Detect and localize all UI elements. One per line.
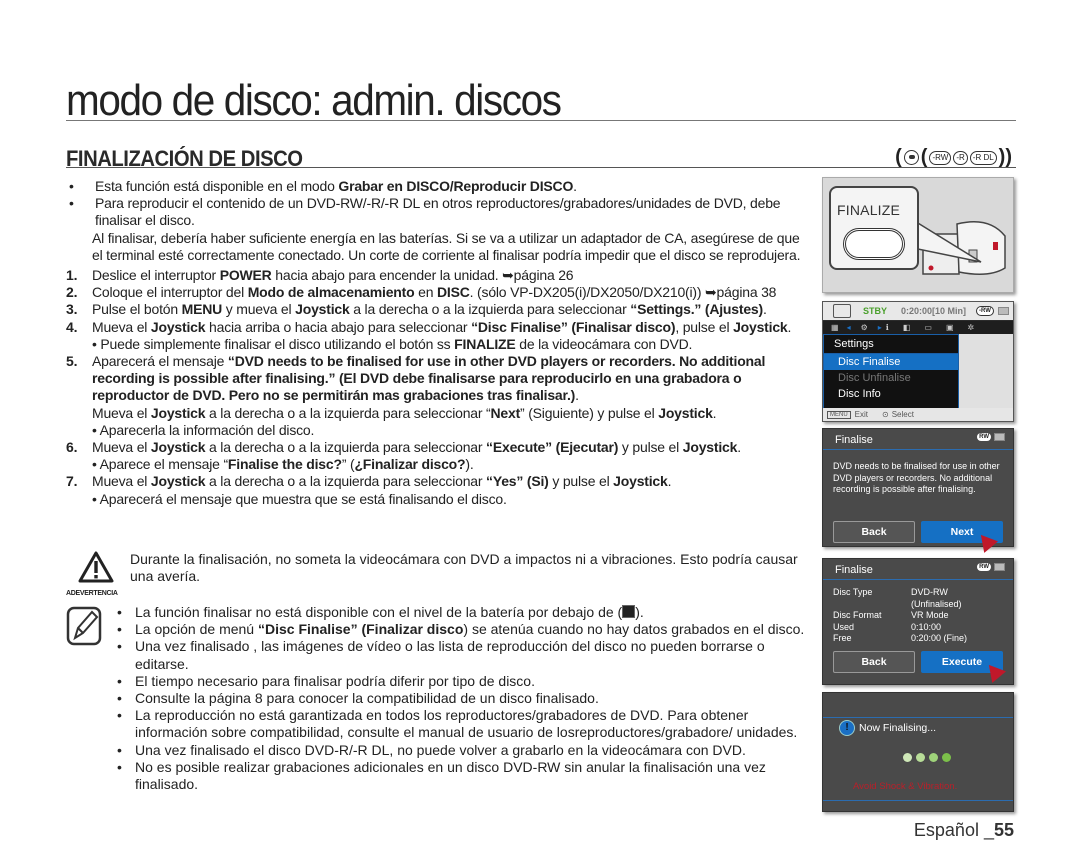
note-item: • La opción de menú “Disc Finalise” (Fina… — [117, 621, 805, 638]
warning-label: ADEVERTENCIA — [66, 590, 118, 597]
camera-mode-icon — [833, 304, 851, 318]
page-number: 55 — [993, 820, 1014, 840]
note-item: • Una vez finalisado el disco DVD-R/-R DL… — [117, 741, 746, 758]
finalise-confirm-dialog: Finalise RW DVD needs to be finalised for… — [822, 428, 1014, 553]
dialog-header: Finalise RW — [823, 559, 1013, 580]
finalize-label: FINALIZE — [837, 202, 901, 218]
step-3: 3. Pulse el botón MENU y mueva el Joystic… — [66, 301, 767, 318]
disc-compat-icons: ( ( -RW -R -R DL )) — [895, 146, 1012, 168]
progress-dot — [929, 753, 938, 762]
menu-footer: MENU Exit ⊙ Select — [823, 408, 1013, 421]
disc-r-icon: -R — [953, 150, 968, 165]
tab-grid-icon[interactable]: ▦ — [831, 323, 839, 332]
settings-menu: Settings Disc Finalise Disc Unfinalise D… — [823, 334, 959, 410]
menu-item-disc-unfinalise[interactable]: Disc Unfinalise — [824, 370, 958, 386]
disc-rdl-icon: -R DL — [969, 150, 997, 165]
status-label: STBY — [863, 306, 888, 316]
dialog-header: Finalise RW — [823, 429, 1013, 450]
progress-dot — [942, 753, 951, 762]
page-title: modo de disco: admin. discos — [66, 76, 562, 125]
menu-item-disc-finalise[interactable]: Disc Finalise — [824, 354, 958, 370]
progress-message: ! Now Finalising... — [839, 720, 936, 736]
back-button[interactable]: Back — [833, 521, 915, 543]
info-row: Used 0:10:00 — [833, 621, 942, 632]
step-4-note: • Puede simplemente finalisar el disco u… — [92, 335, 693, 352]
note-item: • La reproducción no está garantizada en … — [117, 707, 798, 741]
tab-scene-icon[interactable]: ◧ — [903, 323, 911, 332]
info-row: (Unfinalised) — [911, 598, 962, 609]
note-item: • El tiempo necesario para finalisar podr… — [117, 672, 535, 689]
menu-key-icon: MENU — [827, 410, 851, 419]
dialog-message: DVD needs to be finalised for use in oth… — [833, 461, 1000, 494]
warning-icon — [66, 551, 126, 587]
disc-info-table: Disc Type DVD-RW (Unfinalised) Disc Forma… — [833, 587, 967, 645]
intro-paragraph: Al finalisar, debería haber suficiente e… — [92, 229, 801, 263]
info-row: Free 0:20:00 (Fine) — [833, 633, 968, 643]
menu-tabs: ▦ ◂ ⚙ ▸ ℹ ◧ ▭ ▣ ✲ — [823, 321, 1013, 334]
disc-mode-icon — [903, 150, 919, 165]
battery-icon — [994, 433, 1005, 441]
info-row: Disc Type DVD-RW — [833, 587, 948, 597]
step-1: 1. Deslice el interruptor POWER hacia aba… — [66, 267, 574, 284]
disc-rw-icon: RW — [977, 433, 991, 441]
tab-info-icon[interactable]: ℹ — [886, 323, 889, 332]
intro-bullet: • Para reproducir el contenido de un DVD-… — [69, 195, 781, 229]
step-6-note: • Aparece el mensaje “Finalise the disc?… — [92, 456, 474, 473]
menu-title: Settings — [824, 335, 958, 354]
section-divider — [66, 167, 1016, 168]
dialog-title: Finalise — [835, 434, 873, 446]
tab-effect-icon[interactable]: ✲ — [968, 323, 975, 332]
alert-icon: ! — [839, 720, 855, 736]
battery-low-icon — [622, 605, 636, 618]
tab-left-arrow-icon[interactable]: ◂ — [847, 323, 851, 332]
battery-icon — [997, 307, 1009, 315]
step-5: 5. Aparecerá el mensaje “DVD needs to be … — [66, 353, 766, 404]
tab-size-icon[interactable]: ▭ — [924, 323, 932, 332]
note-item: • Una vez finalisado , las imágenes de ví… — [117, 638, 765, 672]
finalize-button-illustration: FINALIZE — [822, 177, 1014, 293]
select-label[interactable]: Select — [892, 410, 914, 419]
warning-text: Durante la finalisación, no someta la vi… — [130, 551, 798, 585]
menu-item-disc-info[interactable]: Disc Info — [824, 386, 958, 402]
intro-bullet: • Esta función está disponible en el modo… — [69, 178, 577, 194]
select-joystick-icon: ⊙ — [882, 410, 889, 419]
step-6: 6. Mueva el Joystick a la derecha o a la … — [66, 439, 741, 456]
disc-rw-icon: -RW — [976, 306, 994, 316]
progress-dot — [903, 753, 912, 762]
status-bar: STBY 0:20:00[10 Min] -RW — [823, 302, 1013, 320]
progress-dots — [903, 753, 951, 762]
avoid-shock-warning: Avoid Shock & Vibration. — [853, 781, 958, 792]
note-pencil-icon — [66, 606, 102, 650]
disc-info-dialog: Finalise RW Disc Type DVD-RW (Unfinalised)… — [822, 558, 1014, 685]
info-row: Disc Format VR Mode — [833, 610, 949, 620]
back-button[interactable]: Back — [833, 651, 915, 673]
step-5-action: Mueva el Joystick a la derecha o a la iz… — [92, 404, 717, 421]
step-5-note: • Aparecerla la información del disco. — [92, 421, 315, 438]
step-7-note: • Aparecerá el mensaje que muestra que s… — [92, 490, 507, 507]
battery-icon — [994, 563, 1005, 571]
tab-settings-icon[interactable]: ⚙ — [861, 323, 868, 332]
title-divider — [66, 120, 1016, 121]
exit-label[interactable]: Exit — [855, 410, 868, 419]
step-2: 2. Coloque el interruptor del Modo de alm… — [66, 284, 777, 301]
tab-wb-icon[interactable]: ▣ — [946, 323, 954, 332]
step-4: 4. Mueva el Joystick hacia arriba o hacia… — [66, 318, 792, 335]
note-item: • Consulte la página 8 para conocer la co… — [117, 690, 599, 707]
note-item: • No es posible realizar grabaciones adic… — [117, 758, 766, 793]
finalize-callout: FINALIZE — [829, 186, 919, 270]
finalising-progress-screen: ! Now Finalising... Avoid Shock & Vibrati… — [822, 692, 1014, 812]
disc-rw-icon: -RW — [929, 150, 952, 165]
time-remaining: 0:20:00[10 Min] — [901, 306, 967, 316]
page-footer: Español _55 — [913, 820, 1014, 840]
dialog-title: Finalise — [835, 564, 873, 576]
step-7: 7. Mueva el Joystick a la derecha o a la … — [66, 473, 672, 490]
settings-menu-screen: STBY 0:20:00[10 Min] -RW ▦ ◂ ⚙ ▸ ℹ ◧ ▭ ▣… — [822, 301, 1014, 422]
section-title: FINALIZACIÓN DE DISCO — [66, 146, 303, 171]
instructions: • Esta función está disponible en el modo… — [66, 178, 811, 508]
tab-right-arrow-icon[interactable]: ▸ — [878, 323, 882, 332]
note-item: • La función finalisar no está disponible… — [117, 604, 644, 620]
finalize-button[interactable] — [843, 228, 905, 260]
progress-dot — [916, 753, 925, 762]
disc-rw-icon: RW — [977, 563, 991, 571]
